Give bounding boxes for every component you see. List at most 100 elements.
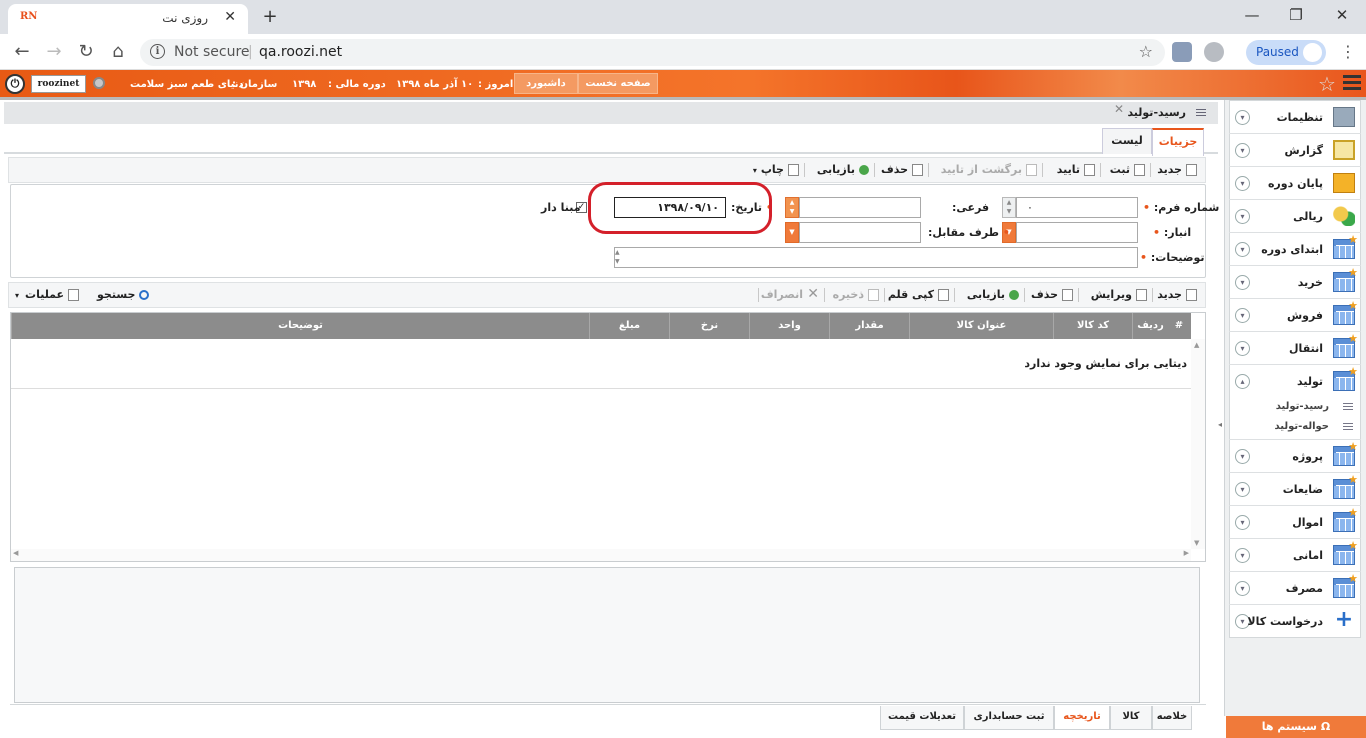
new-tab-button[interactable]: + [258,6,282,30]
grid-col-description[interactable]: توضیحات [11,313,589,339]
form-number-stepper[interactable]: ▲ ▼ [1002,197,1016,218]
item-edit-label: ویرایش [1090,288,1132,301]
chevron-down-icon: ▾ [1235,581,1250,596]
item-refresh-button[interactable]: بازیابی [967,283,1019,307]
cancel-button[interactable]: ✕ انصراف [761,283,819,307]
bookmark-star-icon[interactable]: ☆ [1139,42,1153,61]
sidebar-item-label: خرید [1297,276,1323,289]
sidebar-collapse-handle[interactable]: ◂ [1218,420,1222,429]
new-button[interactable]: جدید [1157,158,1197,182]
minimize-button[interactable]: — [1232,4,1272,28]
item-edit-button[interactable]: ویرایش [1091,283,1147,307]
profile-button[interactable]: Paused [1246,40,1326,65]
systems-button[interactable]: Ω سیستم ها [1226,716,1366,738]
forward-icon[interactable]: → [42,40,66,64]
maximize-button[interactable]: ❐ [1276,4,1316,28]
tab-close-icon[interactable]: ✕ [224,9,236,25]
power-icon[interactable]: ⏻ [5,74,25,94]
grid-col-quantity[interactable]: مقدار [829,313,909,339]
sidebar-item-settings[interactable]: ▾ تنظیمات [1229,101,1361,134]
browser-menu-icon[interactable]: ⋮ [1338,42,1358,64]
approve-button[interactable]: تایید [1057,158,1095,182]
form-number-field[interactable]: ۰ [1016,197,1138,218]
home-page-button[interactable]: صفحه نخست [578,73,658,94]
grid-col-unit[interactable]: واحد [749,313,829,339]
dashboard-button[interactable]: داشبورد [514,73,578,94]
item-new-button[interactable]: جدید [1157,283,1197,307]
sidebar-item-consignment[interactable]: ▾ امانی [1229,539,1361,572]
counterparty-dropdown-icon[interactable]: ▼ [785,222,799,243]
grid-col-row[interactable]: ردیف [1132,313,1168,339]
tab-price-adjustments[interactable]: تعدیلات قیمت [880,706,964,730]
grid-col-amount[interactable]: مبلغ [589,313,669,339]
hamburger-menu-icon[interactable] [1343,75,1361,91]
operations-menu[interactable]: عملیات ▾ [15,283,80,307]
url-text[interactable]: qa.roozi.net [259,44,342,60]
scroll-left-icon[interactable]: ◀ [13,549,18,557]
tab-history[interactable]: تاریخچه [1054,706,1110,730]
sidebar-subitem-production-receipt[interactable]: رسید-تولید [1229,398,1361,418]
sidebar-item-transfer[interactable]: ▾ انتقال [1229,332,1361,365]
print-button[interactable]: چاپ▾ [753,158,799,182]
operations-icon [68,289,80,301]
tab-goods[interactable]: کالا [1110,706,1152,730]
tab-list[interactable]: لیست [1102,128,1152,154]
delete-button[interactable]: حذف [881,158,923,182]
username-badge[interactable]: roozinet [31,75,86,93]
item-save-button[interactable]: ذخیره [833,283,879,307]
sidebar-item-label: ضایعات [1282,483,1323,496]
favorites-star-icon[interactable]: ☆ [1318,72,1336,96]
extension-eye-icon[interactable] [1204,42,1224,62]
browser-tab[interactable]: RN روزی نت ✕ [8,4,248,34]
reload-icon[interactable]: ↻ [74,40,98,64]
counterparty-field[interactable] [799,222,921,243]
gear-icon[interactable] [93,77,105,89]
item-delete-button[interactable]: حذف [1031,283,1073,307]
list-icon [1343,403,1353,412]
grid-horizontal-scrollbar[interactable]: ◀ ▶ [11,549,1191,561]
grid-col-rate[interactable]: نرخ [669,313,749,339]
search-button[interactable]: جستجو [97,283,150,307]
sidebar-item-report[interactable]: ▾ گزارش [1229,134,1361,167]
scroll-down-icon[interactable]: ▼ [1194,539,1199,547]
sidebar-item-rial[interactable]: ▾ ریالی [1229,200,1361,233]
description-scroll-icon[interactable]: ▲ ▼ [615,248,627,267]
copy-item-button[interactable]: کپی قلم [888,283,949,307]
sub-field[interactable] [799,197,921,218]
home-icon[interactable]: ⌂ [106,40,130,64]
save-button[interactable]: ثبت [1110,158,1145,182]
close-window-button[interactable]: ✕ [1322,4,1362,28]
sidebar-item-period-end[interactable]: ▾ پایان دوره [1229,167,1361,200]
unapprove-icon [1026,164,1037,176]
sidebar-subitem-production-issue[interactable]: حواله-تولید [1229,418,1361,440]
sidebar-item-waste[interactable]: ▾ ضایعات [1229,473,1361,506]
grid-col-code[interactable]: کد کالا [1053,313,1132,339]
sidebar-item-sales[interactable]: ▾ فروش [1229,299,1361,332]
scroll-up-icon[interactable]: ▲ [1194,341,1199,349]
unapprove-button[interactable]: برگشت از تایید [941,158,1037,182]
sidebar-item-goods-request[interactable]: ▾ درخواست کالا + [1229,605,1361,638]
grid-col-title[interactable]: عنوان کالا [909,313,1053,339]
sidebar-item-consumption[interactable]: ▾ مصرف [1229,572,1361,605]
sidebar-item-production[interactable]: ▴ تولید [1229,365,1361,398]
close-page-icon[interactable]: ✕ [1114,102,1124,116]
sidebar-item-period-start[interactable]: ▾ ابتدای دوره [1229,233,1361,266]
description-field[interactable] [614,247,1138,268]
tab-details[interactable]: جزییات [1152,128,1204,156]
extension-icon[interactable] [1172,42,1192,62]
back-icon[interactable]: ← [10,40,34,64]
tab-accounting[interactable]: ثبت حسابداری [964,706,1054,730]
info-icon[interactable]: i [150,44,165,59]
refresh-button[interactable]: بازیابی [817,158,869,182]
warehouse-field[interactable] [1016,222,1138,243]
sidebar-item-project[interactable]: ▾ پروژه [1229,440,1361,473]
scroll-right-icon[interactable]: ▶ [1184,549,1189,557]
sidebar-item-assets[interactable]: ▾ اموال [1229,506,1361,539]
address-bar[interactable]: i Not secure | qa.roozi.net ☆ [140,39,1165,66]
chevron-down-icon: ▾ [1235,143,1250,158]
grid-vertical-scrollbar[interactable]: ▲ ▼ [1191,339,1205,549]
sub-stepper[interactable]: ▲ ▼ [785,197,799,218]
tab-summary[interactable]: خلاصه [1152,706,1192,730]
grid-col-index[interactable]: # [1168,313,1190,339]
sidebar-item-purchase[interactable]: ▾ خرید [1229,266,1361,299]
